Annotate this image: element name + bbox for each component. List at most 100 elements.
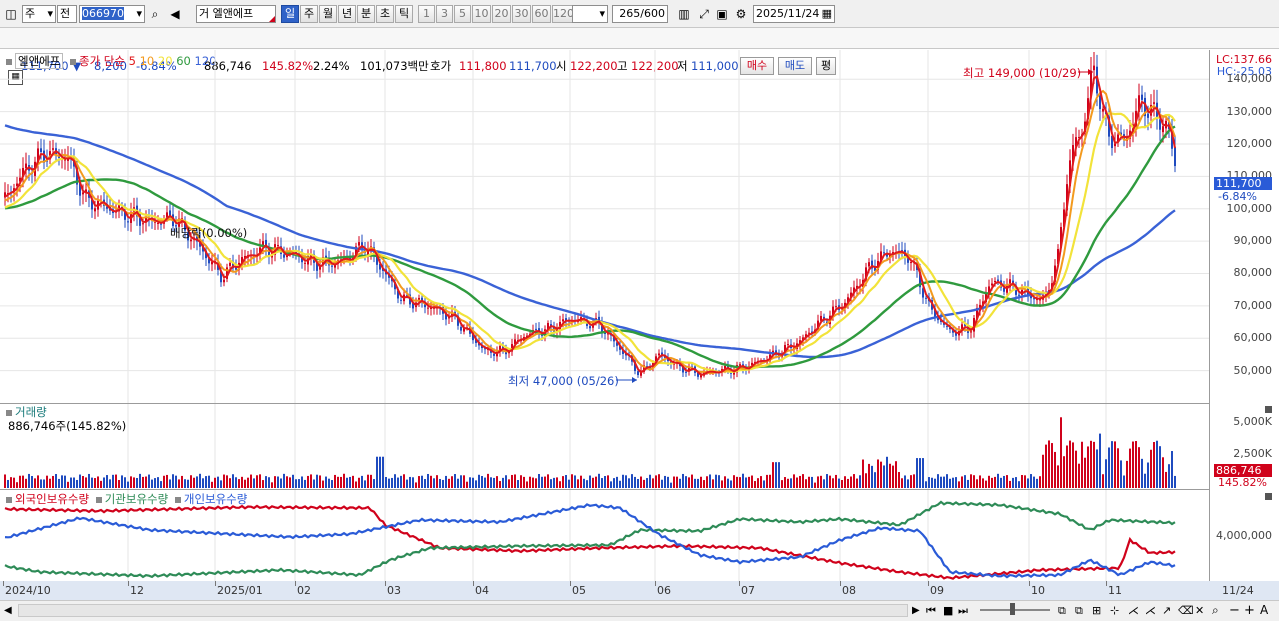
volume-bar (961, 476, 963, 488)
volume-bar (409, 476, 411, 488)
volume-bar (499, 481, 501, 488)
fibo-icon[interactable]: ⋌ (1145, 602, 1159, 619)
volume-bar (1156, 440, 1158, 488)
volume-bar (847, 478, 849, 488)
volume-bar (805, 479, 807, 488)
price-tick: 50,000 (1233, 363, 1273, 377)
scroll-left-icon[interactable]: ◀ (4, 602, 16, 619)
volume-bar (340, 476, 342, 488)
candle-body (637, 371, 639, 376)
candle-body (535, 328, 537, 330)
volume-bar (964, 475, 966, 488)
pane-close-icon[interactable] (1265, 406, 1272, 413)
x-axis-last: 11/24 (1222, 584, 1254, 597)
volume-bar (79, 474, 81, 488)
volume-bar (856, 478, 858, 488)
price-chart (0, 50, 1209, 581)
volume-bar (559, 481, 561, 488)
axis-separator (1209, 50, 1210, 600)
volume-bar (136, 477, 138, 488)
volume-bar (202, 478, 204, 488)
volume-bar (448, 478, 450, 488)
volume-bar (829, 475, 831, 488)
volume-bar (166, 474, 168, 488)
layout-icon[interactable]: ⧉ (1075, 602, 1089, 619)
volume-bar (535, 478, 537, 488)
volume-bar (601, 478, 603, 488)
volume-bar (277, 476, 279, 488)
x-axis-tick (928, 581, 929, 586)
price-tick: 100,000 (1226, 201, 1273, 215)
volume-bar (901, 478, 903, 488)
volume-bar (844, 476, 846, 488)
legend-institution[interactable]: 기관보유수량 (105, 492, 168, 506)
eraser-icon[interactable]: ⌫ (1178, 602, 1194, 619)
candle-body (25, 163, 27, 169)
trend-icon[interactable]: ⋌ (1128, 602, 1142, 619)
volume-bar (247, 477, 249, 488)
last-price-tag: 111,700 (1214, 177, 1272, 190)
volume-bar (112, 474, 114, 488)
price-tick: 90,000 (1233, 234, 1273, 248)
volume-bar (868, 463, 870, 488)
zoom-in-icon[interactable]: + (1244, 602, 1256, 619)
legend-foreign[interactable]: 외국인보유수량 (15, 492, 89, 506)
volume-bar (274, 476, 276, 488)
volume-bar (736, 476, 738, 488)
legend-individual[interactable]: 개인보유수량 (184, 492, 247, 506)
volume-bar (376, 456, 378, 488)
volume-bar (637, 478, 639, 488)
volume-bar (778, 462, 780, 488)
stop-icon[interactable]: ■ (943, 602, 955, 619)
volume-bar (19, 475, 21, 488)
volume-bar (544, 476, 546, 488)
zoom-out-icon[interactable]: − (1229, 602, 1241, 619)
delete-icon[interactable]: ✕ (1195, 602, 1209, 619)
volume-title[interactable]: 거래량 (15, 405, 47, 419)
split-icon[interactable]: ⊞ (1092, 602, 1106, 619)
volume-bar (769, 474, 771, 488)
volume-bar (391, 477, 393, 488)
volume-bar (1003, 475, 1005, 488)
volume-bar (298, 479, 300, 488)
play-icon[interactable]: ⏭ (958, 602, 972, 619)
zoom-icon[interactable]: ⌕ (1212, 602, 1226, 619)
volume-bar (742, 473, 744, 488)
pane-close-icon[interactable] (1265, 493, 1272, 500)
zoom-slider-handle[interactable] (1010, 603, 1015, 615)
volume-bar (883, 465, 885, 488)
volume-bar (487, 473, 489, 488)
zoom-slider[interactable] (980, 609, 1050, 611)
volume-bar (790, 478, 792, 488)
arrow-icon[interactable]: ↗ (1162, 602, 1176, 619)
volume-bar (40, 479, 42, 488)
legend-marker (6, 497, 12, 503)
volume-bar (316, 474, 318, 488)
volume-bar (553, 477, 555, 488)
volume-bar (820, 475, 822, 488)
volume-bar (934, 478, 936, 488)
volume-bar (538, 474, 540, 488)
volume-bar (484, 477, 486, 488)
volume-bar (4, 474, 6, 488)
volume-bar (958, 481, 960, 488)
volume-bar (109, 479, 111, 488)
crosshair-icon[interactable]: ⊹ (1110, 602, 1124, 619)
font-size-icon[interactable]: A (1260, 602, 1274, 619)
volume-bar (22, 475, 24, 488)
volume-bar (439, 478, 441, 488)
volume-bar (262, 480, 264, 488)
volume-bar (577, 479, 579, 488)
horizontal-scrollbar[interactable] (18, 604, 908, 617)
volume-bar (940, 476, 942, 488)
volume-bar (589, 475, 591, 488)
volume-bar (1162, 457, 1164, 488)
scroll-right-icon[interactable]: ▶ (912, 602, 924, 619)
x-axis-tick (1029, 581, 1030, 586)
rewind-icon[interactable]: ⏮ (926, 602, 940, 619)
legend-marker (95, 497, 102, 503)
candle-body (52, 148, 54, 150)
copy-icon[interactable]: ⧉ (1058, 602, 1072, 619)
volume-bar (157, 477, 159, 488)
volume-bar (148, 474, 150, 488)
